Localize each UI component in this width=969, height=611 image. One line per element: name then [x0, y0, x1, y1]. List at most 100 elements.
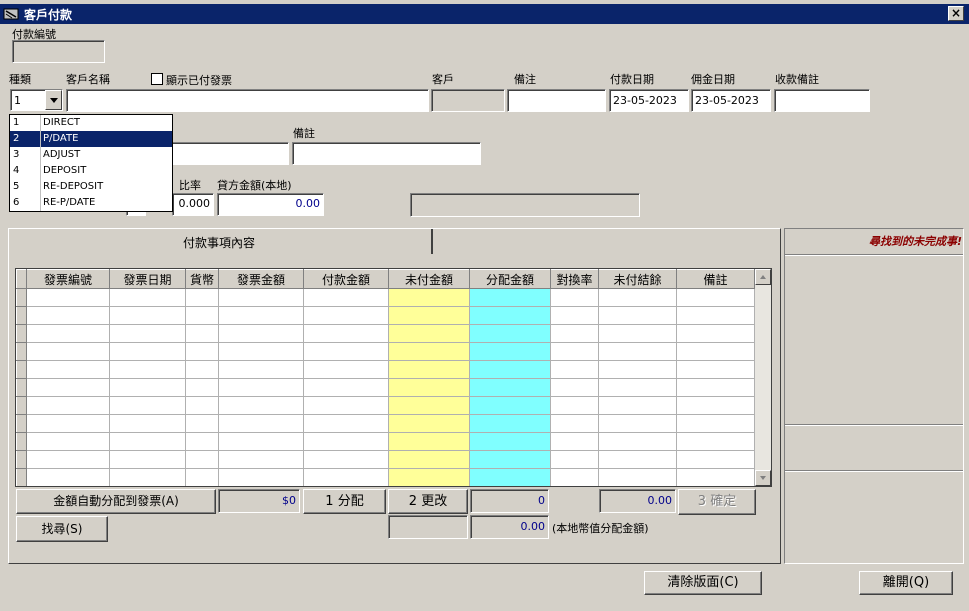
grid-cell[interactable] [185, 342, 219, 361]
grid-cell[interactable] [303, 450, 389, 469]
grid-cell[interactable] [550, 378, 599, 397]
grid-cell[interactable] [109, 432, 186, 451]
grid-cell[interactable] [676, 378, 755, 397]
grid-cell[interactable] [676, 288, 755, 307]
grid-cell[interactable] [676, 396, 755, 415]
grid-cell[interactable] [388, 450, 470, 469]
table-row[interactable] [16, 414, 755, 433]
scroll-down-button[interactable] [755, 470, 771, 486]
grid-cell[interactable] [26, 324, 110, 343]
col-payment-amount[interactable]: 付款金額 [303, 269, 389, 289]
col-alloc-amount[interactable]: 分配金額 [469, 269, 551, 289]
grid-cell[interactable] [303, 414, 389, 433]
bank-field[interactable] [170, 142, 289, 165]
grid-cell[interactable] [676, 468, 755, 486]
grid-cell[interactable] [550, 432, 599, 451]
row-header[interactable] [16, 414, 27, 433]
grid-cell[interactable] [185, 468, 219, 486]
grid-cell[interactable] [469, 396, 551, 415]
grid-cell[interactable] [550, 288, 599, 307]
grid-cell[interactable] [218, 288, 304, 307]
row-header[interactable] [16, 342, 27, 361]
col-invoice-no[interactable]: 發票編號 [26, 269, 110, 289]
grid-cell[interactable] [469, 414, 551, 433]
grid-cell[interactable] [388, 414, 470, 433]
col-unpaid-amount[interactable]: 未付金額 [388, 269, 470, 289]
grid-cell[interactable] [469, 450, 551, 469]
grid-cell[interactable] [388, 288, 470, 307]
grid-cell[interactable] [598, 468, 677, 486]
table-row[interactable] [16, 396, 755, 415]
clear-button[interactable]: 清除版面(C) [644, 571, 762, 595]
dropdown-option[interactable]: 4 DEPOSIT [10, 163, 172, 179]
credit-local-field[interactable]: 0.00 [217, 193, 324, 216]
grid-cell[interactable] [109, 450, 186, 469]
grid-cell[interactable] [109, 396, 186, 415]
rate-field[interactable]: 0.000 [172, 193, 214, 216]
grid-cell[interactable] [26, 432, 110, 451]
dropdown-option[interactable]: 1 DIRECT [10, 115, 172, 131]
col-unpaid-balance[interactable]: 未付結餘 [598, 269, 677, 289]
table-row[interactable] [16, 288, 755, 307]
grid-cell[interactable] [109, 360, 186, 379]
search-button[interactable]: 找尋(S) [16, 516, 108, 542]
grid-cell[interactable] [185, 360, 219, 379]
customer-name-field[interactable] [66, 89, 429, 112]
grid-cell[interactable] [469, 378, 551, 397]
grid-cell[interactable] [303, 288, 389, 307]
grid-cell[interactable] [26, 414, 110, 433]
payment-no-field[interactable] [12, 40, 105, 63]
grid-cell[interactable] [676, 414, 755, 433]
row-header[interactable] [16, 288, 27, 307]
grid-cell[interactable] [469, 342, 551, 361]
grid-cell[interactable] [109, 288, 186, 307]
grid-cell[interactable] [109, 324, 186, 343]
grid-cell[interactable] [303, 342, 389, 361]
grid-cell[interactable] [676, 306, 755, 325]
change-button[interactable]: 2 更改 [388, 489, 468, 514]
grid-cell[interactable] [469, 324, 551, 343]
grid-cell[interactable] [218, 450, 304, 469]
receipt-remark-field[interactable] [774, 89, 870, 112]
grid-cell[interactable] [26, 342, 110, 361]
row-header[interactable] [16, 396, 27, 415]
grid-cell[interactable] [676, 360, 755, 379]
auto-alloc-button[interactable]: 金額自動分配到發票(A) [16, 489, 216, 514]
col-invoice-date[interactable]: 發票日期 [109, 269, 186, 289]
grid-cell[interactable] [26, 288, 110, 307]
grid-cell[interactable] [550, 306, 599, 325]
grid-cell[interactable] [218, 324, 304, 343]
grid-cell[interactable] [550, 396, 599, 415]
grid-cell[interactable] [185, 288, 219, 307]
grid-cell[interactable] [303, 360, 389, 379]
grid-cell[interactable] [185, 396, 219, 415]
grid-cell[interactable] [676, 432, 755, 451]
grid-cell[interactable] [388, 396, 470, 415]
row-header[interactable] [16, 378, 27, 397]
confirm-button[interactable]: 3 確定 [678, 489, 756, 515]
table-row[interactable] [16, 378, 755, 397]
grid-cell[interactable] [218, 396, 304, 415]
row-header[interactable] [16, 468, 27, 486]
table-row[interactable] [16, 342, 755, 361]
grid-cell[interactable] [303, 324, 389, 343]
grid-cell[interactable] [218, 360, 304, 379]
grid-cell[interactable] [218, 306, 304, 325]
col-invoice-amount[interactable]: 發票金額 [218, 269, 304, 289]
grid-cell[interactable] [598, 360, 677, 379]
grid-cell[interactable] [388, 378, 470, 397]
row-header[interactable] [16, 360, 27, 379]
grid-cell[interactable] [388, 306, 470, 325]
grid-cell[interactable] [26, 360, 110, 379]
grid-cell[interactable] [109, 342, 186, 361]
table-row[interactable] [16, 450, 755, 469]
col-currency[interactable]: 貨幣 [185, 269, 219, 289]
grid-cell[interactable] [598, 450, 677, 469]
grid-cell[interactable] [469, 432, 551, 451]
row-header[interactable] [16, 432, 27, 451]
grid-cell[interactable] [598, 342, 677, 361]
grid-cell[interactable] [26, 450, 110, 469]
dropdown-option-selected[interactable]: 2 P/DATE [10, 131, 172, 147]
col-exchange-rate[interactable]: 對換率 [550, 269, 599, 289]
row-header[interactable] [16, 324, 27, 343]
